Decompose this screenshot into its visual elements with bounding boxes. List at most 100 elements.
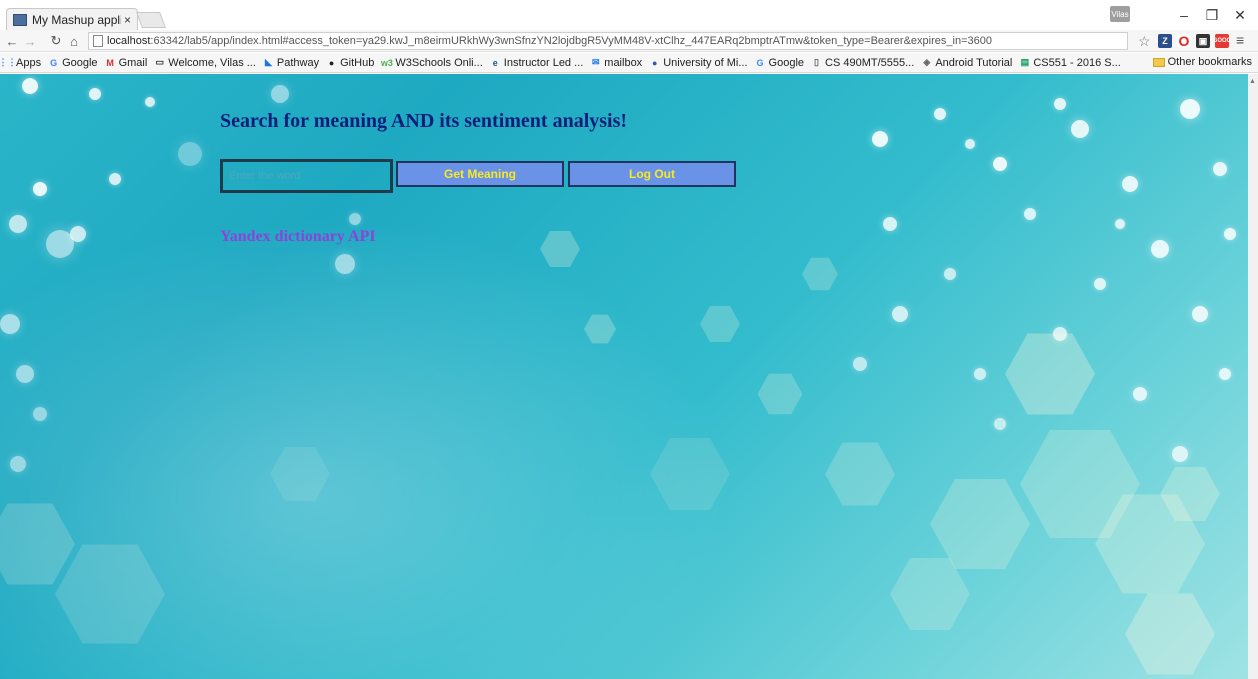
profile-badge[interactable]: Vilas: [1110, 6, 1130, 22]
browser-tab[interactable]: My Mashup applicati ×: [6, 8, 138, 30]
get-meaning-button[interactable]: Get Meaning: [396, 161, 564, 187]
bokeh-light: [9, 215, 27, 233]
scroll-up-icon[interactable]: ▲: [1249, 78, 1256, 85]
bokeh-light: [1094, 278, 1106, 290]
bookmark-item[interactable]: ◣ Pathway: [263, 57, 319, 69]
bookmark-label: mailbox: [604, 56, 643, 69]
bokeh-light: [944, 268, 956, 280]
api-label: Yandex dictionary API: [220, 228, 376, 245]
adblock-extension-icon[interactable]: GOOG: [1213, 34, 1231, 48]
tab-close-icon[interactable]: ×: [124, 13, 131, 27]
bookmark-item[interactable]: M Gmail: [105, 56, 148, 69]
bookmark-item[interactable]: ▯ CS 490MT/5555...: [811, 57, 914, 69]
bookmark-label: W3Schools Onli...: [395, 56, 483, 69]
opera-extension-icon[interactable]: O: [1177, 33, 1191, 49]
page-icon: [93, 35, 103, 47]
hex-bokeh: [890, 558, 970, 630]
bookmark-item[interactable]: G Google: [48, 56, 98, 69]
bokeh-light: [1192, 306, 1208, 322]
hex-bokeh: [930, 479, 1030, 569]
bokeh-light: [872, 131, 888, 147]
hex-bokeh: [1020, 430, 1140, 538]
bokeh-light: [349, 213, 361, 225]
home-icon[interactable]: ⌂: [66, 32, 82, 50]
google-icon: G: [50, 57, 58, 68]
page-scrollbar[interactable]: ▲: [1248, 74, 1258, 679]
minimize-icon[interactable]: –: [1174, 6, 1194, 24]
hex-bokeh: [757, 373, 803, 415]
bookmark-item[interactable]: ⋮⋮ Apps: [0, 56, 42, 69]
maximize-icon[interactable]: ❐: [1202, 6, 1222, 24]
bokeh-light: [883, 217, 897, 231]
hex-bokeh: [825, 442, 895, 506]
hex-bokeh: [55, 544, 165, 644]
bokeh-light: [994, 418, 1006, 430]
hex-bokeh: [1125, 593, 1215, 675]
bokeh-light: [145, 97, 155, 107]
tab-strip: My Mashup applicati × Vilas – ❐ ✕: [0, 0, 1258, 30]
bokeh-light: [934, 108, 946, 120]
bokeh-light: [1133, 387, 1147, 401]
logout-button[interactable]: Log Out: [568, 161, 736, 187]
bokeh-light: [1115, 219, 1125, 229]
bokeh-light: [892, 306, 908, 322]
app-container: Search for meaning AND its sentiment ana…: [220, 110, 736, 245]
hex-bokeh: [802, 257, 838, 291]
bookmark-label: Google: [62, 56, 98, 69]
bookmarks-bar: ⋮⋮ Apps G Google M Gmail ▭ Welcome, Vilas ... ◣ P…: [0, 53, 1258, 73]
apps-icon: ⋮⋮: [0, 57, 17, 67]
pathway-icon: ◣: [264, 57, 272, 67]
bookmark-item[interactable]: G Google: [755, 56, 805, 69]
bokeh-light: [70, 226, 86, 242]
bokeh-light: [1172, 446, 1188, 462]
bookmark-label: GitHub: [340, 56, 375, 69]
word-input[interactable]: [220, 159, 393, 193]
page-title: Search for meaning AND its sentiment ana…: [220, 110, 628, 132]
bookmark-label: Gmail: [118, 56, 148, 69]
bookmark-item[interactable]: e Instructor Led ...: [490, 57, 584, 69]
mail-icon: ▭: [155, 57, 165, 67]
menu-icon[interactable]: ≡: [1236, 32, 1244, 48]
hex-bokeh: [1005, 333, 1095, 415]
bokeh-light: [0, 314, 20, 334]
bokeh-light: [1219, 368, 1231, 380]
bookmark-star-icon[interactable]: ☆: [1138, 33, 1151, 50]
bokeh-light: [1224, 228, 1236, 240]
reload-icon[interactable]: ↻: [48, 32, 64, 50]
university-icon: ●: [651, 57, 658, 68]
bookmark-item[interactable]: ✉ mailbox: [590, 57, 642, 69]
hex-bokeh: [1160, 467, 1220, 521]
address-bar[interactable]: localhost:63342/lab5/app/index.html#acce…: [88, 32, 1128, 50]
bokeh-light: [271, 85, 289, 103]
window-close-icon[interactable]: ✕: [1230, 6, 1250, 24]
bookmark-item[interactable]: ● University of Mi...: [649, 57, 748, 69]
gmail-icon: M: [106, 57, 114, 68]
folder-icon: [1152, 57, 1165, 67]
bookmark-item[interactable]: ▤ CS551 - 2016 S...: [1019, 56, 1121, 69]
bookmark-label: Google: [768, 56, 805, 69]
android-icon: ◈: [923, 57, 931, 67]
hex-bokeh: [700, 306, 740, 342]
bookmark-item[interactable]: ● GitHub: [326, 57, 374, 69]
new-tab-button[interactable]: [136, 12, 166, 28]
page-icon: ▯: [814, 57, 819, 67]
other-bookmarks-folder[interactable]: Other bookmarks: [1152, 56, 1252, 68]
tab-favicon-icon: [13, 13, 27, 26]
bookmark-label: Welcome, Vilas ...: [168, 56, 256, 69]
bookmark-item[interactable]: ◈ Android Tutorial: [921, 57, 1012, 69]
bookmark-label: Android Tutorial: [935, 56, 1013, 69]
bookmark-label: CS551 - 2016 S...: [1033, 56, 1121, 69]
save-extension-icon[interactable]: ▣: [1196, 34, 1210, 48]
bokeh-light: [33, 407, 47, 421]
zotero-extension-icon[interactable]: Z: [1158, 34, 1172, 48]
other-bookmarks-label: Other bookmarks: [1167, 56, 1252, 68]
bookmark-label: Apps: [16, 56, 42, 69]
bookmark-item[interactable]: w3 W3Schools Onli...: [381, 56, 483, 69]
bookmark-item[interactable]: ▭ Welcome, Vilas ...: [154, 57, 256, 69]
bokeh-light: [46, 230, 74, 258]
back-icon[interactable]: ←: [4, 32, 20, 50]
forward-icon[interactable]: →: [22, 32, 38, 50]
hex-bokeh: [650, 438, 730, 510]
bookmark-label: CS 490MT/5555...: [825, 56, 915, 69]
bokeh-light: [1053, 327, 1067, 341]
